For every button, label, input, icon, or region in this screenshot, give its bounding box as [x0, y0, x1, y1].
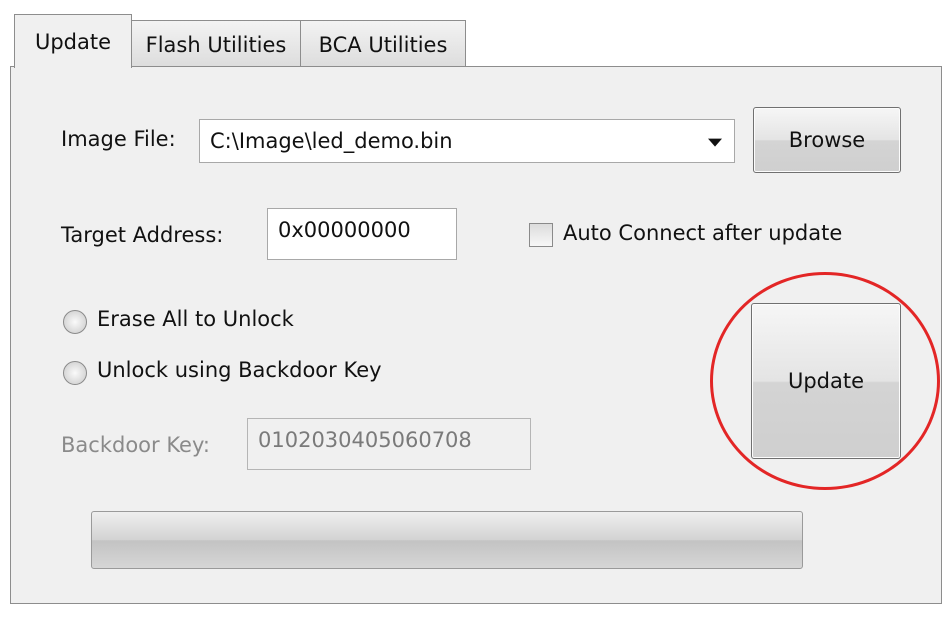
backdoor-key-label: Backdoor Key: — [61, 433, 210, 457]
tab-bca-utilities[interactable]: BCA Utilities — [300, 20, 466, 68]
tab-update[interactable]: Update — [14, 14, 132, 68]
auto-connect-label: Auto Connect after update — [563, 221, 843, 245]
image-file-label: Image File: — [61, 127, 176, 151]
update-dialog: Update Flash Utilities BCA Utilities Ima… — [0, 0, 952, 619]
backdoor-key-input: 0102030405060708 — [247, 418, 531, 470]
erase-all-label: Erase All to Unlock — [97, 307, 294, 331]
target-address-label: Target Address: — [61, 223, 224, 247]
erase-all-radio[interactable] — [63, 310, 87, 334]
dropdown-arrow-icon[interactable] — [708, 138, 722, 147]
image-file-combobox[interactable]: C:\Image\led_demo.bin — [199, 119, 735, 163]
tab-flash-utilities[interactable]: Flash Utilities — [130, 20, 302, 68]
auto-connect-checkbox[interactable] — [529, 223, 553, 247]
target-address-input[interactable]: 0x00000000 — [267, 208, 457, 260]
update-tab-panel: Image File: C:\Image\led_demo.bin Browse… — [10, 66, 942, 604]
backdoor-key-radio[interactable] — [63, 361, 87, 385]
update-button[interactable]: Update — [751, 303, 901, 459]
backdoor-key-option-label: Unlock using Backdoor Key — [97, 358, 382, 382]
update-progress-bar — [91, 511, 803, 569]
browse-button[interactable]: Browse — [753, 107, 901, 173]
image-file-value: C:\Image\led_demo.bin — [210, 129, 453, 153]
